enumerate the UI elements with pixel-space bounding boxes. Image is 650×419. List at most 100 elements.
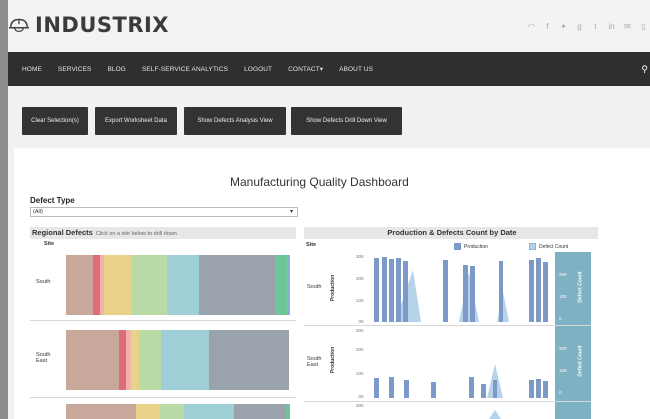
production-bar <box>374 258 379 322</box>
y2-tick: 200 <box>559 272 567 277</box>
y2-tick: 100 <box>559 368 567 373</box>
bar-segment[interactable] <box>199 255 275 315</box>
y-axis-label-defect-count: Defect Count <box>577 345 584 377</box>
y-tick: 10K <box>355 371 364 376</box>
bar-segment[interactable] <box>66 330 119 390</box>
y-tick: 20K <box>355 347 364 352</box>
tumblr-icon[interactable]: t <box>589 20 602 33</box>
regional-defects-header: Regional Defects Click on a site below to… <box>30 227 296 239</box>
y-axis-label-production: Production <box>330 274 337 302</box>
legend-defect-label: Defect Count <box>539 244 569 250</box>
production-chart-third <box>489 410 501 419</box>
show-defects-analysis-button[interactable]: Show Defects Analysis View <box>184 107 286 135</box>
email-icon[interactable]: ✉ <box>621 20 634 33</box>
production-bar <box>374 378 379 398</box>
twitter-icon[interactable]: ✦ <box>557 20 570 33</box>
bar-segment[interactable] <box>139 330 161 390</box>
bar-segment[interactable] <box>93 255 100 315</box>
bar-segment[interactable] <box>104 255 132 315</box>
production-bar <box>443 260 448 322</box>
bar-segment[interactable] <box>160 404 184 419</box>
site-header: INDUSTRIX ◠ f ✦ g t in ✉ ▯ <box>8 0 650 52</box>
chevron-down-icon: ▾ <box>289 209 293 215</box>
y-tick: 10K <box>355 298 364 303</box>
export-worksheet-data-button[interactable]: Export Worksheet Data <box>95 107 177 135</box>
bar-segment[interactable] <box>275 255 287 315</box>
production-defects-header: Production & Defects Count by Date <box>304 227 598 239</box>
bar-segment[interactable] <box>161 330 209 390</box>
row-divider <box>304 325 591 326</box>
show-defects-drilldown-button[interactable]: Show Defects Drill Down View <box>291 107 402 135</box>
legend-production-swatch <box>454 243 461 250</box>
bar-segment[interactable] <box>287 255 290 315</box>
y2-tick: 200 <box>559 346 567 351</box>
production-row-south[interactable]: South <box>307 284 321 290</box>
bar-segment[interactable] <box>66 255 93 315</box>
regional-defects-title: Regional Defects <box>32 228 93 237</box>
regional-site-southeast[interactable]: South East <box>36 352 50 364</box>
facebook-icon[interactable]: f <box>541 20 554 33</box>
row-divider <box>304 401 591 402</box>
bar-segment[interactable] <box>209 330 289 390</box>
production-bar <box>404 380 409 398</box>
y-tick: 30K <box>355 254 364 259</box>
production-bar <box>536 379 541 398</box>
y-axis-label-defect-count: Defect Count <box>577 271 584 303</box>
production-bar <box>463 265 468 322</box>
production-bar <box>382 257 387 322</box>
bar-segment[interactable] <box>66 404 136 419</box>
production-bar <box>543 262 548 322</box>
site-logo[interactable]: INDUSTRIX <box>8 13 169 37</box>
regional-site-southeast-label: South East <box>36 352 51 364</box>
regional-defects-hint: Click on a site below to drill down <box>95 231 177 237</box>
nav-services[interactable]: SERVICES <box>58 66 92 73</box>
production-chart-south <box>374 257 548 322</box>
nav-home[interactable]: HOME <box>22 66 42 73</box>
production-bar <box>536 258 541 322</box>
defect-type-dropdown[interactable]: (All) ▾ <box>30 207 298 217</box>
nav-self-service-analytics[interactable]: SELF-SERVICE ANALYTICS <box>142 66 228 73</box>
production-bar <box>389 259 394 322</box>
production-row-southeast[interactable]: South East <box>307 356 321 368</box>
production-bar <box>529 260 534 322</box>
bar-segment[interactable] <box>167 255 199 315</box>
production-site-header: Site <box>306 242 317 248</box>
bar-segment[interactable] <box>131 330 139 390</box>
bar-segment[interactable] <box>286 404 290 419</box>
y-tick: 0K <box>358 319 364 324</box>
y2-tick: 100 <box>559 294 567 299</box>
bar-segment[interactable] <box>234 404 286 419</box>
production-bar <box>543 381 548 398</box>
legend-defect-swatch <box>529 243 536 250</box>
nav-blog[interactable]: BLOG <box>107 66 125 73</box>
bar-segment[interactable] <box>184 404 234 419</box>
nav-about-us[interactable]: ABOUT US <box>339 66 373 73</box>
row-divider <box>30 320 296 321</box>
production-bar <box>469 377 474 398</box>
search-icon[interactable]: ⚲ <box>641 64 648 75</box>
defect-type-value: (All) <box>33 209 43 215</box>
production-bar <box>499 261 503 322</box>
regional-site-south[interactable]: South <box>36 279 50 285</box>
linkedin-icon[interactable]: in <box>605 20 618 33</box>
google-plus-icon[interactable]: g <box>573 20 586 33</box>
bar-segment[interactable] <box>136 404 160 419</box>
dashboard-title: Manufacturing Quality Dashboard <box>230 175 409 189</box>
production-bar <box>403 261 408 322</box>
tablet-icon[interactable]: ▯ <box>637 20 650 33</box>
y-tick: 20K <box>355 276 364 281</box>
action-toolbar: Clear Selection(s) Export Worksheet Data… <box>8 86 650 144</box>
production-bar <box>396 258 401 322</box>
y2-tick: 0 <box>559 390 562 395</box>
production-chart-southeast <box>374 364 548 398</box>
row-divider <box>30 397 296 398</box>
rss-icon[interactable]: ◠ <box>525 20 538 33</box>
nav-contact[interactable]: CONTACT▾ <box>288 65 323 73</box>
clear-selections-button[interactable]: Clear Selection(s) <box>22 107 88 135</box>
logo-text: INDUSTRIX <box>35 13 169 37</box>
bar-segment[interactable] <box>119 330 126 390</box>
nav-logout[interactable]: LOGOUT <box>244 66 272 73</box>
bar-segment[interactable] <box>132 255 167 315</box>
hardhat-icon <box>8 18 30 33</box>
legend-production-label: Production <box>464 244 488 250</box>
